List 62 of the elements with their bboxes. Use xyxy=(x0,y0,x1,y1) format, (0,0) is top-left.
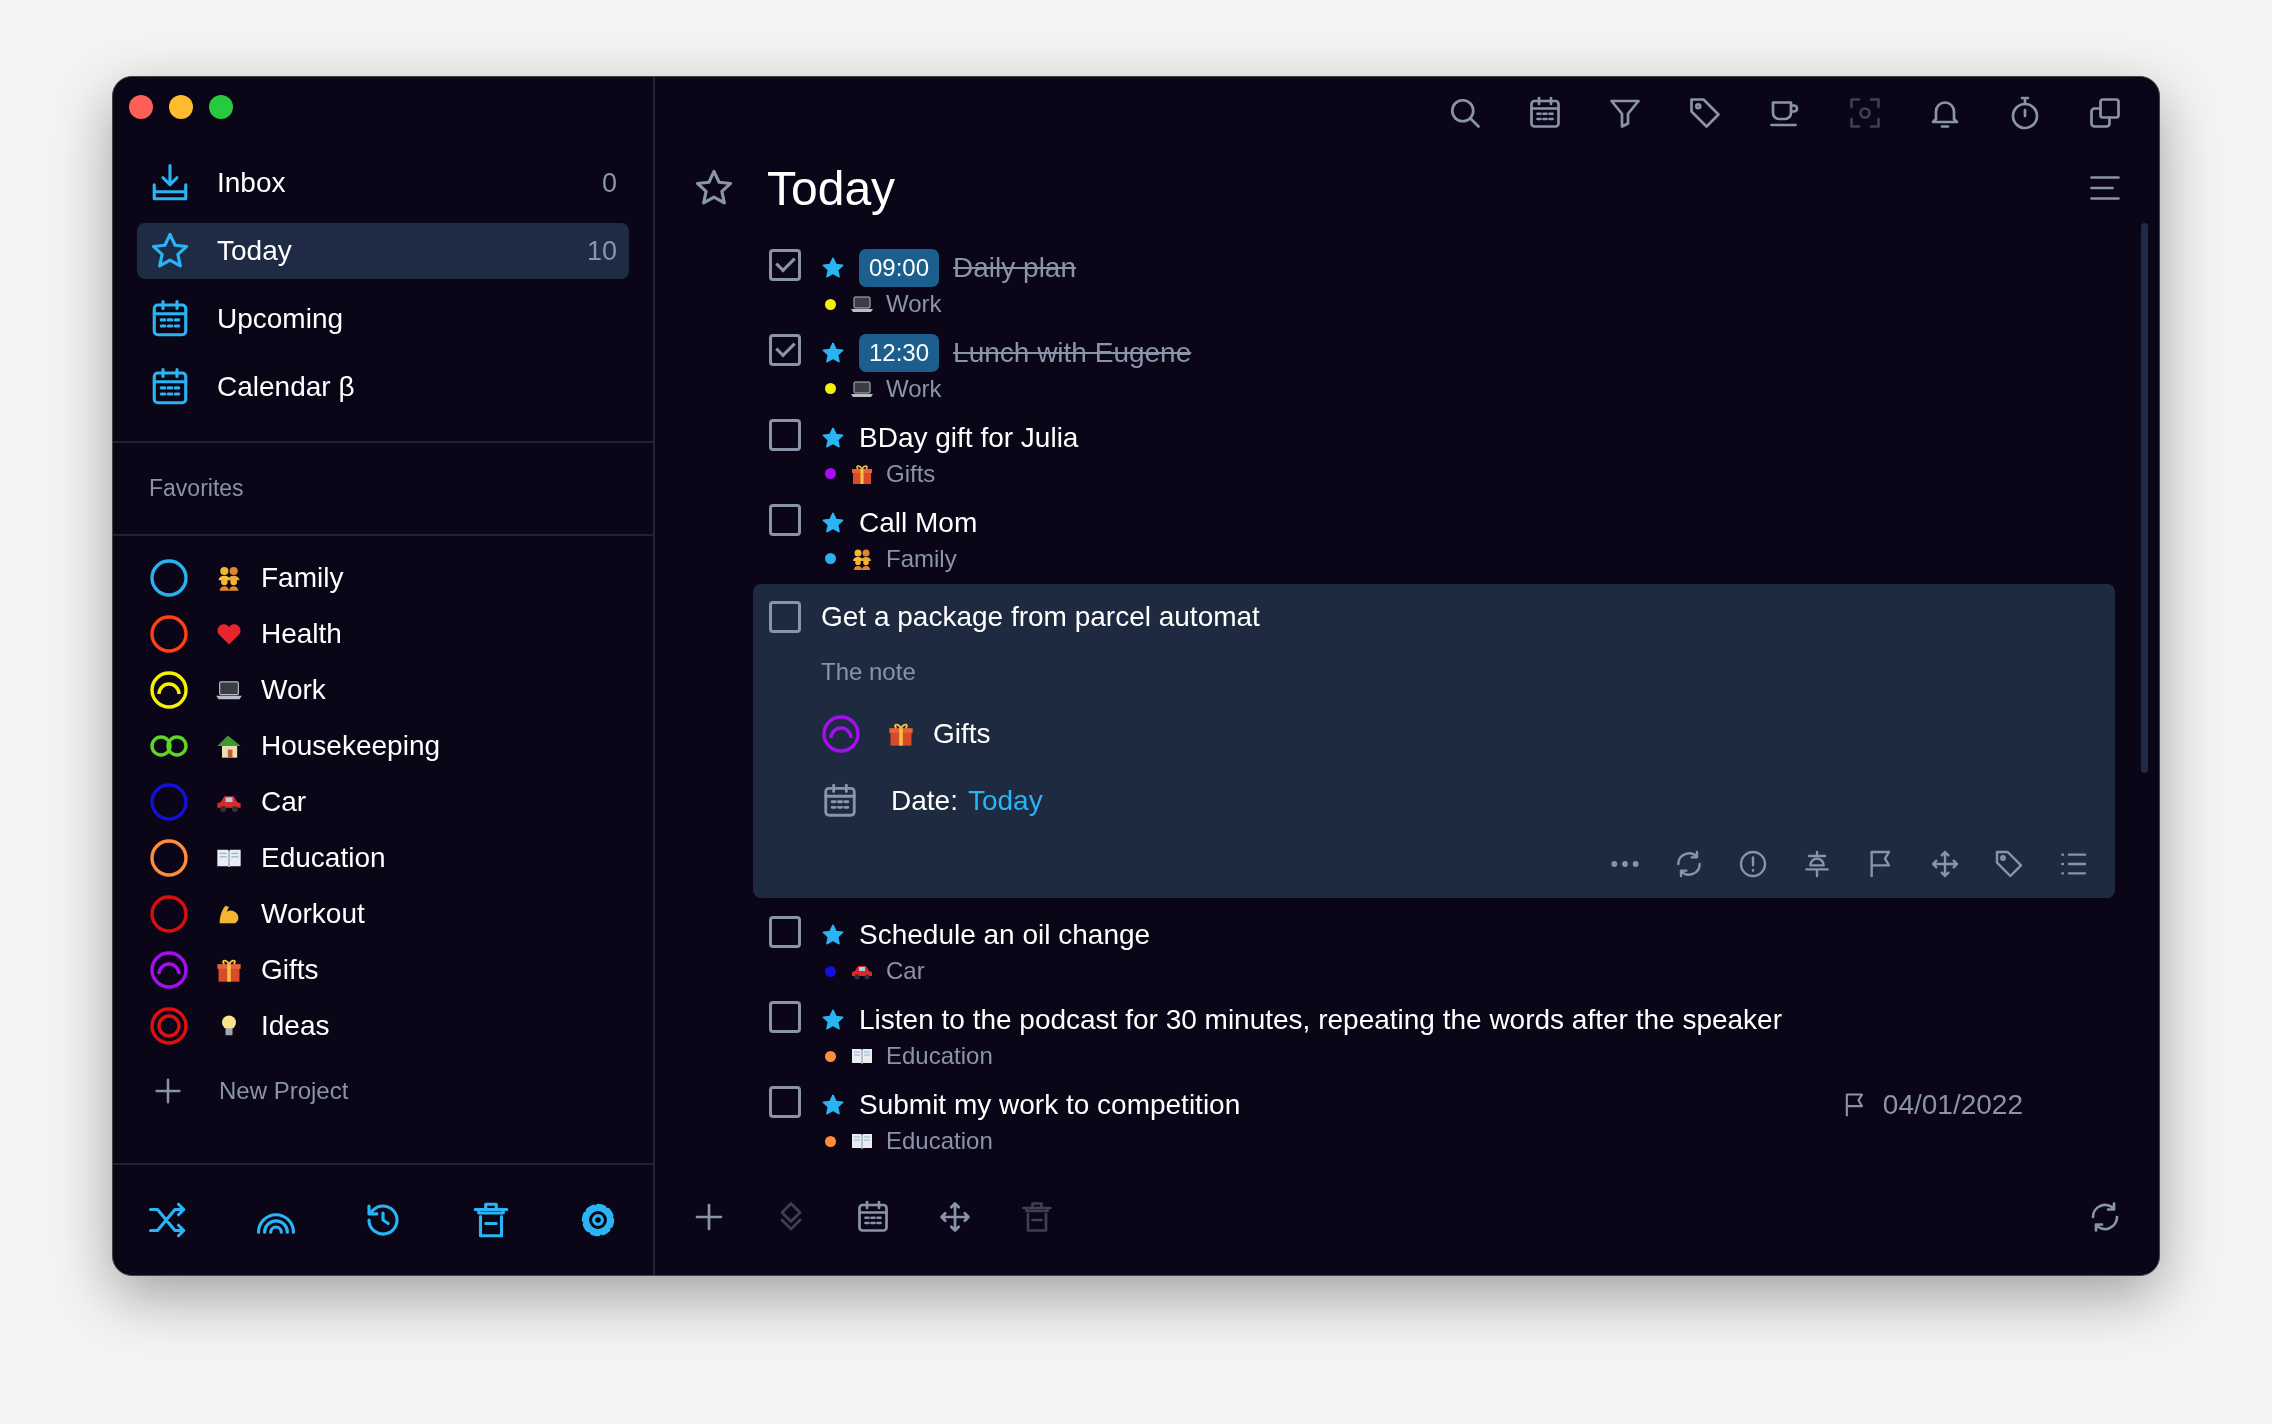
project-item[interactable]: Education xyxy=(149,838,617,878)
task-checkbox[interactable] xyxy=(769,916,801,949)
task-checkbox[interactable] xyxy=(769,1001,801,1034)
nav-item[interactable]: Today 10 xyxy=(137,223,629,279)
project-item[interactable]: Gifts xyxy=(149,950,617,990)
project-name: Car xyxy=(886,957,925,986)
project-name: Family xyxy=(886,544,957,573)
calendar-icon[interactable] xyxy=(855,1199,891,1235)
task-checkbox[interactable] xyxy=(769,1086,801,1119)
task-row[interactable]: Submit my work to competition 04/01/2022 Education xyxy=(753,1082,2115,1167)
task-title: BDay gift for Julia xyxy=(859,421,1079,454)
zoom-button[interactable] xyxy=(209,95,233,119)
task-title: Get a package from parcel automat xyxy=(821,601,1260,634)
project-name: Education xyxy=(886,1042,993,1071)
minimize-button[interactable] xyxy=(169,95,193,119)
project-item[interactable]: Car xyxy=(149,782,617,822)
task-checkbox[interactable] xyxy=(769,601,801,634)
task-title: Daily plan xyxy=(953,252,1076,284)
nav-item[interactable]: Inbox 0 xyxy=(137,155,629,211)
task-title: Call Mom xyxy=(859,506,978,539)
project-name: Education xyxy=(886,1127,993,1156)
copy-icon[interactable] xyxy=(2087,95,2123,131)
date-label: Date: xyxy=(891,785,958,818)
task-row[interactable]: Schedule an oil change Car xyxy=(753,912,2115,998)
time-badge: 09:00 xyxy=(859,249,940,287)
project-name: Work xyxy=(886,374,942,403)
task-title: Submit my work to competition xyxy=(859,1089,1241,1122)
move-icon[interactable] xyxy=(937,1199,973,1235)
project-item[interactable]: Family xyxy=(149,558,617,598)
task-row[interactable]: BDay gift for Julia Gifts xyxy=(753,414,2115,500)
task-note: The note xyxy=(820,657,917,687)
task-title: Schedule an oil change xyxy=(859,919,1151,952)
close-button[interactable] xyxy=(129,95,153,119)
date-link[interactable]: Today xyxy=(967,785,1043,818)
section-heading: Favorites xyxy=(149,475,244,501)
task-row[interactable]: 09:00 Daily plan Work xyxy=(753,245,2115,330)
project-item[interactable]: Ideas xyxy=(149,1006,617,1046)
page-title: Today xyxy=(767,160,896,216)
tag-icon[interactable] xyxy=(1687,95,1723,131)
calendar-icon[interactable] xyxy=(1527,95,1563,131)
nav-item[interactable]: Upcoming xyxy=(137,291,629,347)
task-row[interactable]: Listen to the podcast for 30 minutes, repeating the words after the speaker Education xyxy=(753,997,2115,1083)
task-checkbox[interactable] xyxy=(769,249,801,281)
task-checkbox[interactable] xyxy=(769,418,801,451)
nav-item[interactable]: Calendar β xyxy=(137,359,629,415)
task-checkbox[interactable] xyxy=(769,333,801,366)
new-project-button[interactable]: New Project xyxy=(149,1074,617,1108)
scrollbar[interactable] xyxy=(2141,223,2148,773)
project-item[interactable]: Housekeeping xyxy=(149,726,617,766)
task-title: Listen to the podcast for 30 minutes, repeating the words after the speaker xyxy=(859,1004,1782,1037)
project-name: Gifts xyxy=(886,459,936,488)
task-row[interactable]: Call Mom Family xyxy=(753,499,2115,585)
task-checkbox[interactable] xyxy=(769,503,801,536)
time-badge: 12:30 xyxy=(859,333,940,372)
project-name: Gifts xyxy=(933,718,991,751)
project-item[interactable]: Workout xyxy=(149,894,617,934)
due-date: 04/01/2022 xyxy=(1882,1089,2023,1122)
project-name: Work xyxy=(886,290,942,318)
task-title: Lunch with Eugene xyxy=(953,336,1192,369)
task-row[interactable]: 12:30 Lunch with Eugene Work xyxy=(753,329,2115,415)
project-item[interactable]: Health xyxy=(149,614,617,654)
project-item[interactable]: Work xyxy=(149,670,617,710)
